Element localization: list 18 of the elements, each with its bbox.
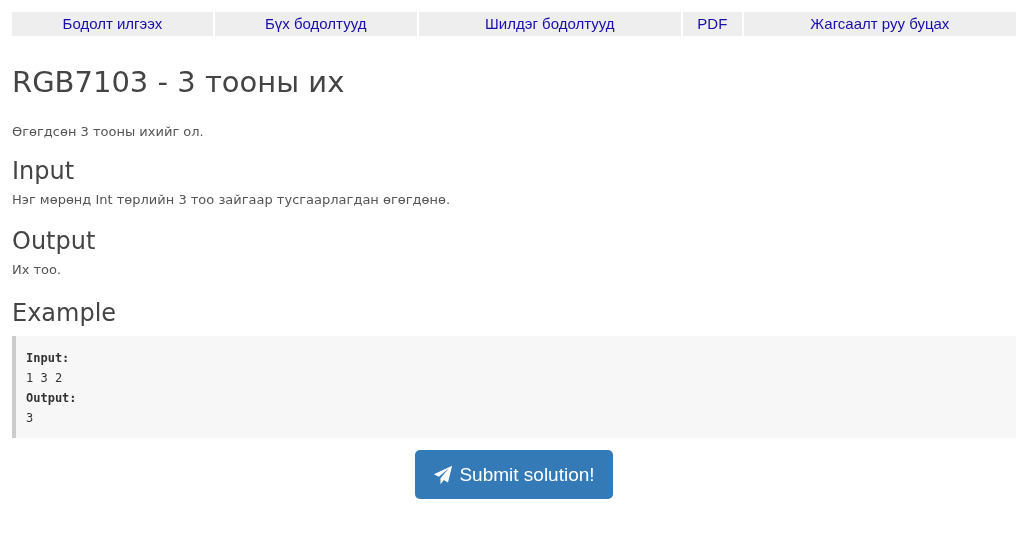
section-heading: Example: [12, 298, 118, 328]
paper-plane-icon: [433, 464, 454, 485]
example-label: Input:: [26, 350, 70, 367]
example-label: Output:: [26, 390, 77, 407]
nav-link[interactable]: Бодолт илгээх: [12, 12, 213, 36]
section-text: Их тоо.: [12, 261, 63, 279]
nav-link[interactable]: PDF: [683, 12, 742, 36]
section-heading: Input: [12, 156, 76, 186]
section-heading: Output: [12, 226, 97, 256]
problem-title: RGB7103 - 3 тооны их: [12, 64, 346, 100]
nav-link[interactable]: Жагсаалт руу буцах: [743, 12, 1016, 36]
section-text: Нэг мөрөнд Int төрлийн 3 тоо зайгаар тусгаарлагдан өгөгдөнө.: [12, 191, 452, 209]
example-value: 3: [26, 410, 34, 427]
submit-button[interactable]: Submit solution!: [415, 450, 613, 499]
nav-link[interactable]: Бүх бодолтууд: [214, 12, 417, 36]
example-value: 1 3 2: [26, 370, 63, 387]
problem-statement: Өгөгдсөн 3 тооны ихийг ол.: [12, 123, 205, 141]
nav-link[interactable]: Шилдэг бодолтууд: [418, 12, 681, 36]
